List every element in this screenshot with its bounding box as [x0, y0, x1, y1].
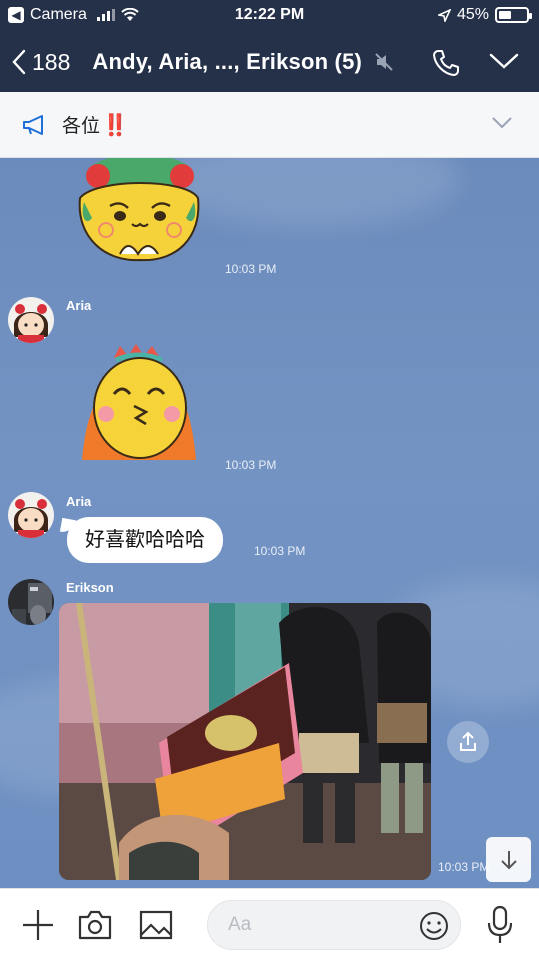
chat-title[interactable]: Andy, Aria, ..., Erikson (5) — [92, 49, 362, 75]
image-icon[interactable] — [138, 907, 174, 943]
expand-chevron-icon[interactable] — [491, 116, 513, 130]
chevron-down-icon[interactable] — [489, 52, 519, 70]
avatar-girl-icon — [8, 297, 54, 343]
avatar-girl-icon — [8, 492, 54, 538]
phone-icon[interactable] — [431, 48, 461, 78]
sticker-shy-girl[interactable] — [76, 158, 206, 262]
message-input-placeholder: Aa — [228, 914, 252, 935]
announcement-label: 各位 — [62, 116, 101, 137]
arrow-down-icon — [500, 850, 517, 869]
camera-icon[interactable] — [77, 907, 113, 943]
unread-count[interactable]: 188 — [32, 49, 70, 76]
emoji-icon[interactable] — [418, 910, 450, 942]
sender-name: Aria — [66, 298, 92, 313]
scroll-to-bottom-button[interactable] — [486, 837, 531, 882]
status-bar: ◀ Camera 12:22 PM 45% — [0, 0, 539, 30]
muted-speaker-icon — [375, 53, 393, 71]
sticker-laughing-bird[interactable] — [76, 344, 202, 464]
input-bar: Aa — [0, 888, 539, 960]
share-icon — [460, 731, 476, 751]
sender-name: Erikson — [66, 580, 114, 595]
back-button[interactable]: 188 — [12, 49, 70, 76]
avatar-photo-icon — [8, 579, 54, 625]
message-time: 10:03 PM — [254, 544, 306, 558]
chevron-left-icon — [12, 49, 26, 75]
message-time: 10:03 PM — [438, 860, 490, 874]
battery-percent: 45% — [456, 6, 489, 23]
megaphone-icon — [23, 114, 43, 135]
photo-street-snack — [59, 603, 431, 880]
announcement-text: 各位‼️ — [62, 111, 128, 138]
message-bubble[interactable]: 好喜歡哈哈哈 — [67, 517, 223, 563]
plus-icon[interactable] — [20, 907, 56, 943]
message-input[interactable]: Aa — [207, 900, 461, 950]
photo-message[interactable] — [59, 603, 431, 880]
avatar-erikson[interactable] — [8, 579, 54, 625]
message-time: 10:03 PM — [225, 458, 277, 472]
announcement-bar[interactable]: 各位‼️ — [0, 92, 539, 158]
sender-name: Aria — [66, 494, 92, 509]
announcement-emphasis: ‼️ — [102, 114, 129, 137]
location-arrow-icon — [437, 8, 451, 22]
message-time: 10:03 PM — [225, 262, 277, 276]
avatar-aria[interactable] — [8, 492, 54, 538]
microphone-icon[interactable] — [485, 905, 515, 945]
chat-header: 188 Andy, Aria, ..., Erikson (5) — [0, 40, 539, 84]
chat-area[interactable]: 10:03 PM Aria 10:03 PM Aria 好喜歡哈哈哈 10:03… — [0, 158, 539, 888]
top-bar: ◀ Camera 12:22 PM 45% 188 Andy, Aria, ..… — [0, 0, 539, 92]
share-button[interactable] — [447, 721, 489, 763]
avatar-aria[interactable] — [8, 297, 54, 343]
battery-icon — [495, 7, 532, 23]
